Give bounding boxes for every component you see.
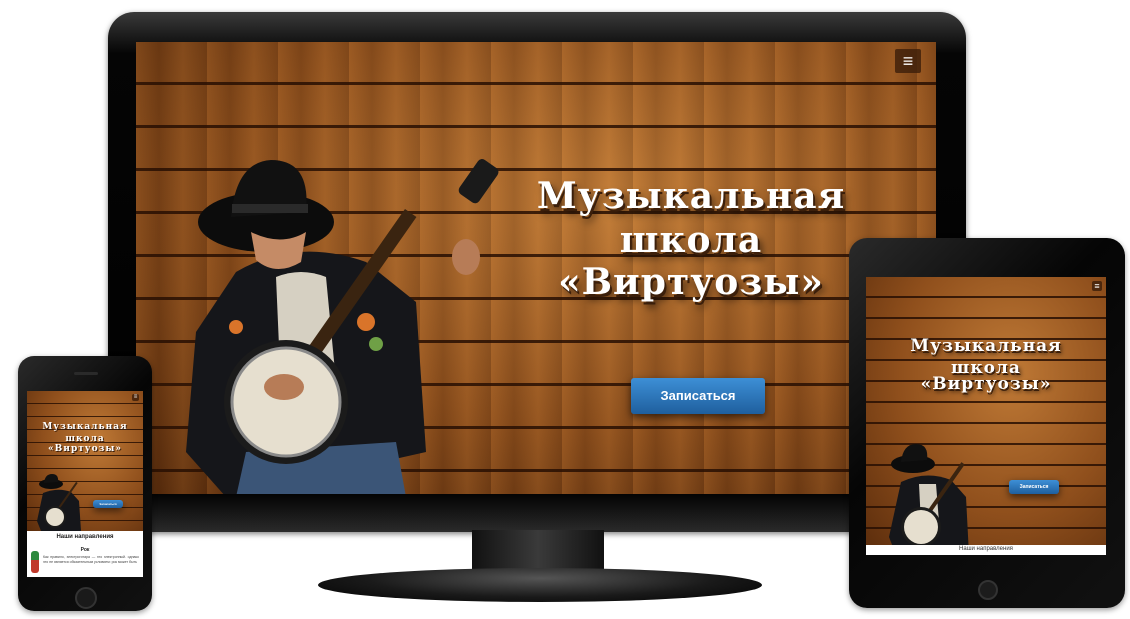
tablet-section-heading: Наши направления (959, 546, 1013, 552)
desktop-signup-button[interactable]: Записаться (631, 378, 765, 414)
phone-speaker (74, 372, 98, 375)
phone-menu-icon[interactable]: ≡ (132, 394, 139, 401)
monitor-stand-base (318, 568, 762, 602)
tablet-banjo-player-image (889, 444, 969, 555)
phone-signup-button[interactable]: Записаться (93, 500, 123, 508)
phone-title-line2: «Виртуозы» (48, 444, 122, 454)
tablet-menu-icon[interactable]: ≡ (1092, 281, 1102, 291)
phone-banjo-player-image (37, 474, 81, 531)
phone-home-button[interactable] (75, 587, 97, 609)
desktop-screen: Музыкальная школа «Виртуозы» Записаться … (136, 42, 936, 494)
phone-screen: Музыкальная школа «Виртуозы» Записаться … (27, 391, 143, 577)
phone-section-heading: Наши направления (56, 534, 114, 540)
tablet-signup-button[interactable]: Записаться (1009, 480, 1059, 494)
monitor-stand-neck (472, 530, 604, 572)
phone-item-title: Рок (80, 547, 90, 553)
tablet-title-line2: «Виртуозы» (920, 374, 1052, 394)
banjo-player-image (186, 159, 499, 494)
phone-guitar-icon (31, 551, 39, 573)
desktop-title-line2: «Виртуозы» (558, 261, 824, 303)
phone-title-line1: Музыкальная школа (42, 422, 128, 444)
tablet-screen: Музыкальная школа «Виртуозы» Записаться … (866, 277, 1106, 555)
tablet-home-button[interactable] (978, 580, 998, 600)
desktop-title-line1: Музыкальная школа (536, 175, 846, 261)
desktop-menu-icon[interactable]: ≡ (895, 49, 921, 73)
phone-item-text: Как правило, электрогитара — это электро… (43, 555, 139, 564)
phone-hero: Музыкальная школа «Виртуозы» Записаться … (27, 391, 143, 531)
